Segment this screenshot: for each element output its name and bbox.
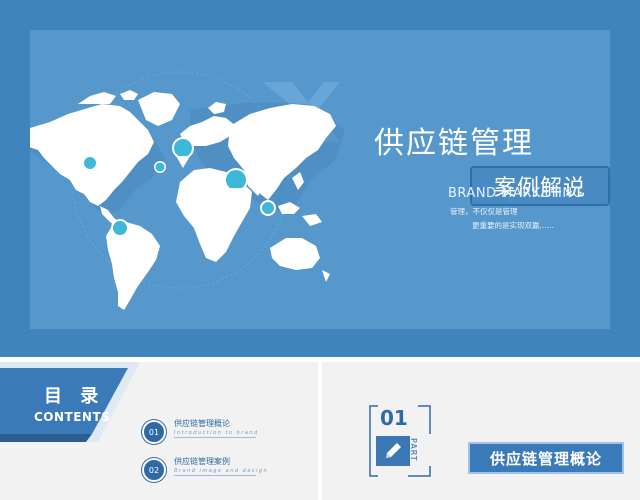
south-america-shape [106, 222, 160, 310]
map-pin-icon [260, 200, 276, 216]
toc-item-label: 供应链管理概论 [174, 419, 230, 428]
pencil-icon [386, 443, 401, 458]
part-title: 供应链管理概论 [489, 449, 602, 468]
divider [174, 475, 256, 476]
cover-slide: 供应链管理 案例解说 BRAND MARKETING 管理，不仅仅是管理 更重要… [0, 0, 640, 357]
cover-title: 供应链管理 [374, 126, 534, 161]
tagline-line-1: 管理，不仅仅是管理 [450, 207, 518, 216]
part-number: 01 [380, 406, 408, 430]
divider [174, 437, 256, 438]
toc-item[interactable]: 02 供应链管理案例 Brand image and design [142, 456, 302, 482]
toc-item-number: 02 [142, 458, 166, 482]
map-pin-icon [82, 155, 98, 171]
part-title-box: 供应链管理概论 [468, 442, 624, 474]
toc-title: 目 录 [44, 386, 105, 407]
australia-shape [270, 238, 320, 270]
toc-item-label: 供应链管理案例 [174, 457, 230, 466]
greenland-shape [138, 92, 180, 126]
cover-panel: 供应链管理 案例解说 [30, 30, 610, 329]
map-pin-icon [154, 161, 166, 173]
brand-label: BRAND MARKETING [448, 186, 584, 201]
toc-item-number: 01 [142, 420, 166, 444]
toc-item-desc: Brand image and design [174, 468, 269, 474]
part-slide: 01 PART 供应链管理概论 [322, 362, 640, 500]
map-pin-icon [111, 219, 129, 237]
north-america-shape [30, 104, 154, 206]
toc-item-desc: Introduction to brand [174, 430, 259, 436]
part-word: PART [409, 438, 418, 462]
pencil-icon-box [376, 436, 410, 466]
map-pin-icon [172, 137, 194, 168]
tagline-line-2: 更重要的是实现双赢...... [472, 221, 554, 230]
toc-contents-label: CONTENTS [34, 410, 111, 424]
toc-item[interactable]: 01 供应链管理概论 Introduction to brand [142, 418, 302, 444]
toc-slide: 目 录 CONTENTS 01 供应链管理概论 Introduction to … [0, 362, 318, 500]
